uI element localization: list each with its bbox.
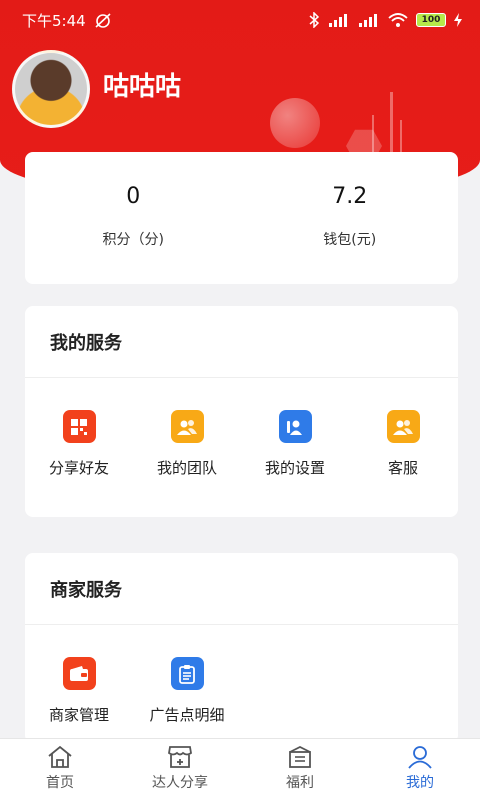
tab-home[interactable]: 首页 (0, 739, 120, 800)
merchant-management-label: 商家管理 (48, 706, 109, 724)
signal-icon (329, 14, 347, 27)
share-friends-button[interactable]: 分享好友 (25, 410, 133, 478)
section-title: 商家服务 (25, 553, 458, 625)
share-qr-icon (62, 410, 96, 443)
avatar[interactable] (12, 50, 90, 128)
team-icon (170, 410, 204, 443)
my-settings-label: 我的设置 (264, 459, 325, 477)
tab-mine-label: 我的 (406, 775, 434, 791)
status-time: 下午5:44 (22, 11, 86, 30)
tab-welfare[interactable]: 福利 (240, 739, 360, 800)
customer-service-icon (386, 410, 420, 443)
merchant-management-button[interactable]: 商家管理 (25, 657, 133, 725)
alarm-muted-icon (95, 13, 111, 28)
points-stat[interactable]: 0 积分（分) (25, 152, 242, 284)
decorative-bubble (270, 98, 320, 148)
shop-icon (168, 746, 192, 768)
home-icon (48, 745, 72, 768)
bluetooth-icon (309, 12, 320, 28)
bottom-tab-bar: 首页 达人分享 福利 我的 (0, 738, 480, 800)
my-team-button[interactable]: 我的团队 (133, 410, 241, 478)
signal-icon (359, 14, 377, 27)
points-label: 积分（分) (102, 232, 164, 248)
share-friends-label: 分享好友 (48, 459, 109, 477)
wallet-value: 7.2 (332, 184, 368, 209)
my-settings-button[interactable]: 我的设置 (241, 410, 349, 478)
wallet-label: 钱包(元) (323, 232, 377, 248)
tab-welfare-label: 福利 (286, 775, 314, 791)
wallet-stat[interactable]: 7.2 钱包(元) (242, 152, 459, 284)
customer-service-button[interactable]: 客服 (349, 410, 457, 478)
battery-indicator: 100 (416, 13, 446, 27)
tab-expert-share[interactable]: 达人分享 (120, 739, 240, 800)
balance-card: 0 积分（分) 7.2 钱包(元) (25, 152, 458, 284)
wifi-icon (388, 13, 408, 27)
gift-box-icon (289, 745, 311, 768)
ad-points-detail-label: 广告点明细 (149, 706, 225, 724)
tab-home-label: 首页 (46, 775, 74, 791)
section-title: 我的服务 (25, 306, 458, 378)
settings-user-icon (278, 410, 312, 443)
my-services-card: 我的服务 分享好友 我的团队 我的设置 客服 (25, 306, 458, 517)
ad-points-detail-button[interactable]: 广告点明细 (133, 657, 241, 725)
tab-expert-share-label: 达人分享 (152, 775, 208, 791)
points-value: 0 (126, 184, 141, 209)
wallet-icon (62, 657, 96, 690)
username: 咕咕咕 (103, 72, 182, 102)
my-team-label: 我的团队 (156, 459, 217, 477)
customer-service-label: 客服 (387, 459, 418, 477)
merchant-services-card: 商家服务 商家管理 广告点明细 (25, 553, 458, 743)
user-icon (408, 746, 432, 769)
charging-icon (454, 13, 462, 27)
tab-mine[interactable]: 我的 (360, 739, 480, 800)
status-bar: 下午5:44 100 (0, 0, 480, 40)
clipboard-icon (170, 657, 204, 690)
